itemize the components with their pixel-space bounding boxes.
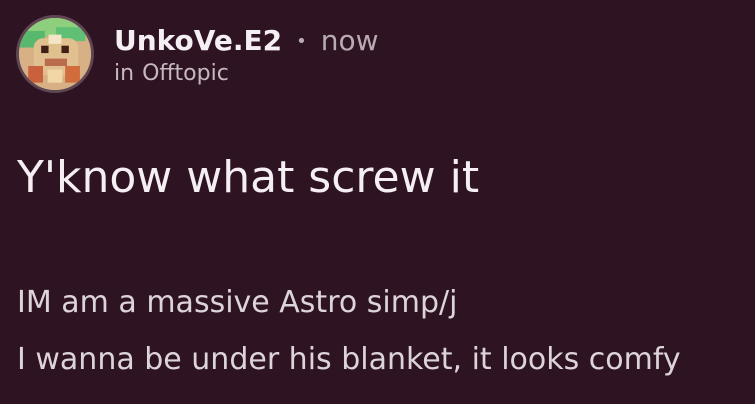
post-meta: UnkoVe.E2 • now in Offtopic xyxy=(114,24,379,85)
post-header: UnkoVe.E2 • now in Offtopic xyxy=(16,12,379,96)
community-prefix: in xyxy=(114,60,135,86)
post-card: UnkoVe.E2 • now in Offtopic Y'know what … xyxy=(0,0,755,404)
post-body: IM am a massive Astro simp/j I wanna be … xyxy=(17,274,755,388)
community-name[interactable]: Offtopic xyxy=(142,62,229,85)
post-body-line: IM am a massive Astro simp/j xyxy=(17,285,458,320)
author-avatar[interactable] xyxy=(16,15,94,93)
avatar-icon xyxy=(19,18,91,90)
post-title[interactable]: Y'know what screw it xyxy=(17,156,479,200)
community-line: in Offtopic xyxy=(114,60,379,86)
post-time: now xyxy=(320,23,379,57)
author-line: UnkoVe.E2 • now xyxy=(114,24,379,57)
separator-dot: • xyxy=(296,30,307,52)
post-body-line: I wanna be under his blanket, it looks c… xyxy=(17,342,681,377)
author-name[interactable]: UnkoVe.E2 xyxy=(114,24,282,57)
